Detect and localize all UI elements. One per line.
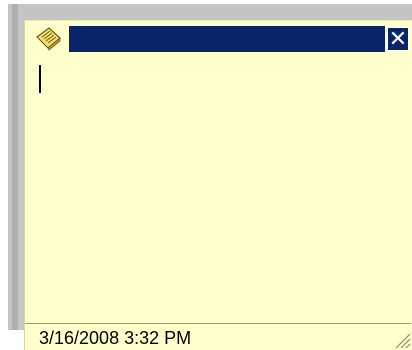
sticky-note-window[interactable]: ✕ 3/16/2008 3:32 PM xyxy=(24,20,412,350)
text-caret xyxy=(39,65,41,93)
close-icon: ✕ xyxy=(388,27,408,52)
footer-divider xyxy=(25,323,411,324)
window-shadow-edge xyxy=(12,4,18,330)
title-bar[interactable] xyxy=(69,26,385,52)
desktop-area: ✕ 3/16/2008 3:32 PM xyxy=(0,0,412,350)
resize-grip-icon[interactable] xyxy=(391,329,411,349)
close-button[interactable]: ✕ xyxy=(387,27,409,52)
note-timestamp: 3/16/2008 3:32 PM xyxy=(39,328,192,348)
note-text-area[interactable] xyxy=(35,57,405,307)
sticky-note-icon[interactable] xyxy=(33,25,63,53)
